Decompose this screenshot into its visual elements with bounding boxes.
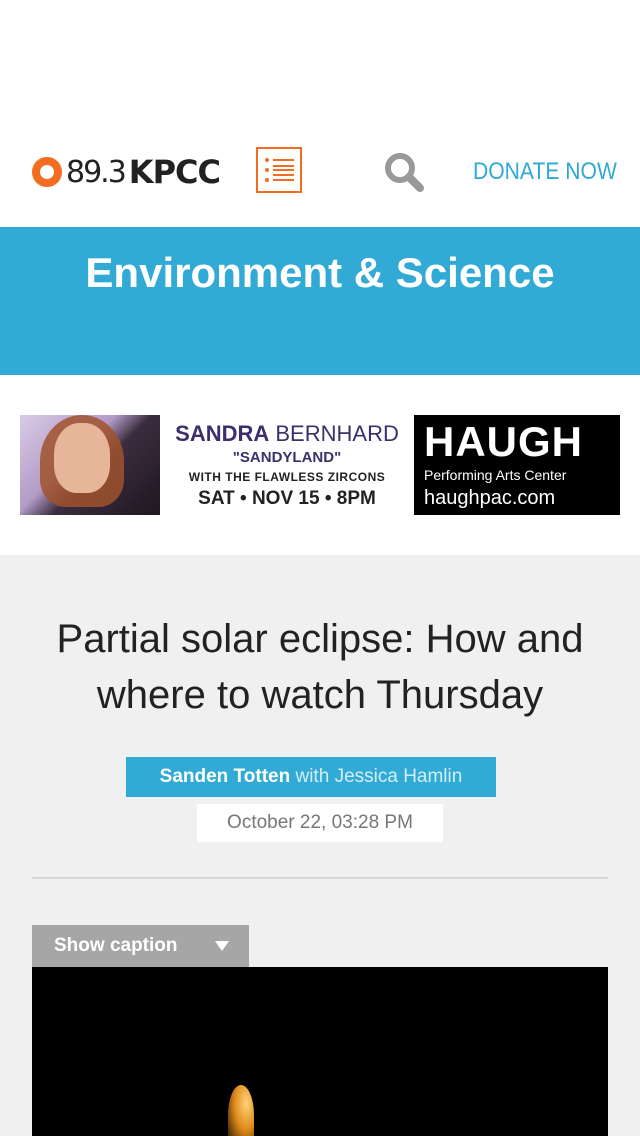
donate-button[interactable]: DONATE NOW <box>473 158 617 186</box>
logo-ring-icon <box>32 157 62 187</box>
section-banner: Environment & Science <box>0 227 640 375</box>
logo-callsign: KPCC <box>128 153 221 191</box>
article: Partial solar eclipse: How and where to … <box>0 555 640 1136</box>
ad-venue-sub: Performing Arts Center <box>424 467 567 483</box>
author-link[interactable]: Sanden Totten <box>160 766 291 787</box>
ad-date: SAT • NOV 15 • 8PM <box>198 488 376 509</box>
divider <box>32 877 608 879</box>
list-menu-icon <box>265 158 294 182</box>
logo-frequency: 89.3 <box>66 154 127 190</box>
article-image[interactable] <box>32 967 608 1136</box>
article-headline: Partial solar eclipse: How and where to … <box>56 617 584 717</box>
search-button[interactable] <box>382 150 426 194</box>
ad-event-text: SANDRA BERNHARD "SANDYLAND" WITH THE FLA… <box>160 415 414 515</box>
banner-ad[interactable]: SANDRA BERNHARD "SANDYLAND" WITH THE FLA… <box>20 415 620 515</box>
ad-headliner: SANDRA BERNHARD <box>175 421 399 446</box>
caret-down-icon <box>215 941 229 951</box>
coauthor-link[interactable]: Jessica Hamlin <box>335 766 463 787</box>
advertisement-area: SANDRA BERNHARD "SANDYLAND" WITH THE FLA… <box>0 375 640 555</box>
site-header: 89.3 KPCC DONATE NOW <box>0 0 640 227</box>
kpcc-logo[interactable]: 89.3 KPCC <box>32 152 221 192</box>
show-caption-label: Show caption <box>54 935 178 956</box>
ad-photo <box>20 415 160 515</box>
ad-support: WITH THE FLAWLESS ZIRCONS <box>188 470 386 484</box>
byline-with: with <box>290 766 335 787</box>
article-timestamp: October 22, 03:28 PM <box>197 804 443 842</box>
show-caption-button[interactable]: Show caption <box>32 925 249 967</box>
menu-button[interactable] <box>256 147 302 193</box>
section-title[interactable]: Environment & Science <box>0 249 640 297</box>
ad-venue-url: haughpac.com <box>424 487 556 509</box>
ad-venue-name: HAUGH <box>424 418 583 465</box>
ad-show-title: "SANDYLAND" <box>232 449 342 466</box>
eclipse-glow <box>228 1085 254 1136</box>
search-icon <box>385 153 424 192</box>
byline: Sanden Totten with Jessica Hamlin <box>126 757 496 797</box>
ad-venue: HAUGH Performing Arts Center haughpac.co… <box>414 415 620 515</box>
